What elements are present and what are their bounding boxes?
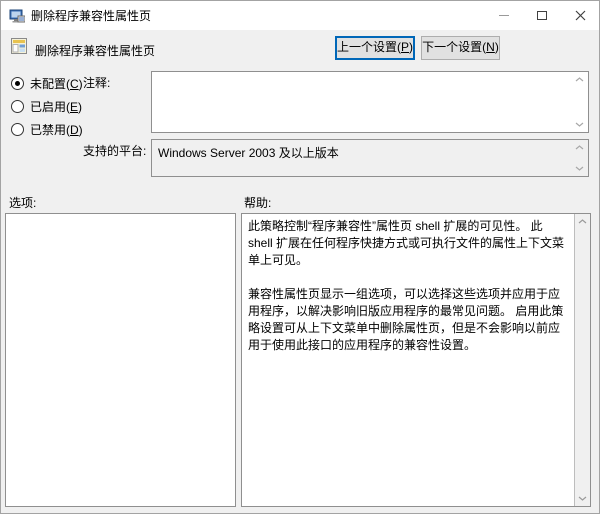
maximize-icon (537, 11, 547, 20)
radio-disabled[interactable]: 已禁用(D) (11, 122, 83, 137)
radio-not-configured-mnemonic: C (70, 77, 79, 91)
comment-textarea[interactable] (151, 71, 589, 133)
radio-icon (11, 123, 24, 136)
supported-on-box: Windows Server 2003 及以上版本 (151, 139, 589, 177)
scroll-down-icon (575, 166, 584, 171)
supported-on-value: Windows Server 2003 及以上版本 (158, 146, 339, 160)
previous-setting-mnemonic: P (401, 40, 409, 54)
scroll-down-icon[interactable] (575, 122, 584, 127)
options-panel (5, 213, 236, 507)
comment-label: 注释: (83, 74, 110, 91)
radio-enabled-mnemonic: E (70, 100, 78, 114)
next-setting-label: 下一个设置( (422, 40, 486, 54)
help-paragraph: 兼容性属性页显示一组选项，可以选择这些选项并应用于应用程序，以解决影响旧版应用程… (248, 286, 568, 354)
radio-disabled-mnemonic: D (70, 123, 79, 137)
minimize-button[interactable] (485, 1, 523, 30)
next-setting-mnemonic: N (486, 40, 495, 54)
previous-setting-button[interactable]: 上一个设置(P) (335, 36, 415, 60)
radio-enabled-label: 已启用( (30, 98, 70, 115)
radio-icon (11, 77, 24, 90)
help-panel: 此策略控制“程序兼容性”属性页 shell 扩展的可见性。 此 shell 扩展… (241, 213, 591, 507)
policy-setting-dialog: 删除程序兼容性属性页 删除程序兼容性属性页 上一个设置(P) 下一个设置(N) … (0, 0, 600, 514)
radio-enabled[interactable]: 已启用(E) (11, 99, 82, 114)
group-policy-icon (9, 8, 25, 24)
options-label: 选项: (9, 194, 36, 211)
radio-not-configured[interactable]: 未配置(C) (11, 76, 83, 91)
window-title: 删除程序兼容性属性页 (31, 7, 151, 24)
help-text: 此策略控制“程序兼容性”属性页 shell 扩展的可见性。 此 shell 扩展… (242, 214, 574, 506)
close-icon (575, 10, 586, 21)
radio-enabled-label-end: ) (78, 100, 82, 114)
policy-setting-title: 删除程序兼容性属性页 (35, 42, 155, 59)
scroll-up-icon[interactable] (575, 77, 584, 82)
supported-on-label: 支持的平台: (83, 142, 146, 159)
policy-setting-icon (11, 38, 27, 54)
previous-setting-label-end: ) (409, 40, 413, 54)
next-setting-label-end: ) (495, 40, 499, 54)
close-button[interactable] (561, 1, 599, 30)
help-label: 帮助: (244, 194, 271, 211)
titlebar[interactable]: 删除程序兼容性属性页 (1, 1, 599, 30)
previous-setting-label: 上一个设置( (337, 40, 401, 54)
scroll-down-icon[interactable] (578, 496, 587, 501)
radio-not-configured-label: 未配置( (30, 75, 70, 92)
scroll-up-icon (575, 145, 584, 150)
radio-disabled-label: 已禁用( (30, 121, 70, 138)
caption-controls (485, 1, 599, 30)
minimize-icon (499, 15, 509, 16)
maximize-button[interactable] (523, 1, 561, 30)
radio-icon (11, 100, 24, 113)
next-setting-button[interactable]: 下一个设置(N) (421, 36, 500, 60)
help-scrollbar[interactable] (574, 214, 590, 506)
scroll-up-icon[interactable] (578, 219, 587, 224)
radio-disabled-label-end: ) (79, 123, 83, 137)
help-paragraph: 此策略控制“程序兼容性”属性页 shell 扩展的可见性。 此 shell 扩展… (248, 218, 568, 269)
